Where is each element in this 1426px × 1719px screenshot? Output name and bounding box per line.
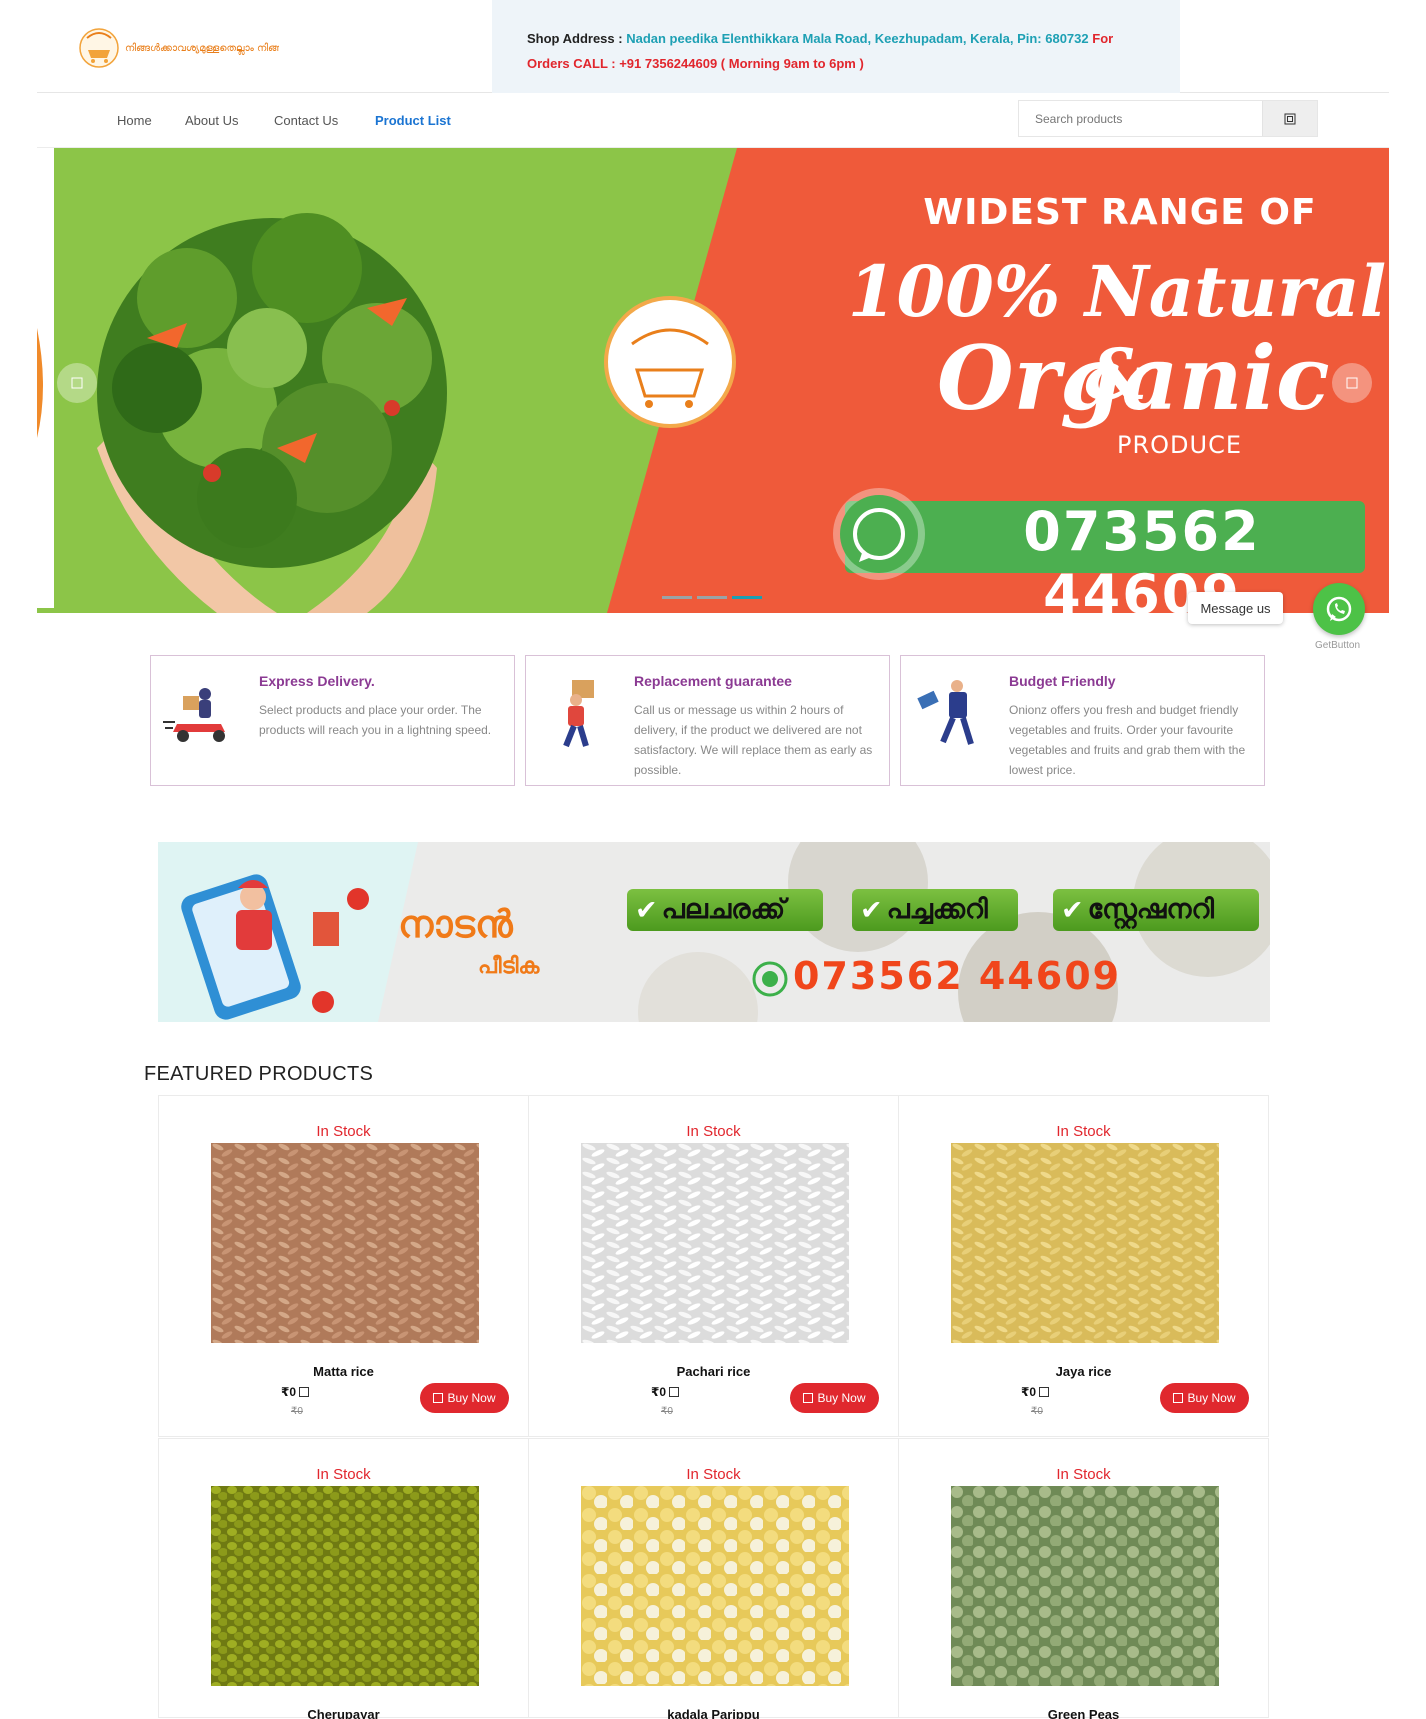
hero-slider: WIDEST RANGE OF 100% Natural & Organic P… bbox=[37, 148, 1389, 613]
promo-tag-label: സ്റ്റേഷനറി bbox=[1087, 894, 1215, 925]
slider-dot-2[interactable] bbox=[697, 596, 727, 599]
hero-line-1: WIDEST RANGE OF bbox=[923, 192, 1317, 233]
feature-description: Onionz offers you fresh and budget frien… bbox=[1009, 703, 1246, 777]
slider-next-button[interactable] bbox=[1332, 363, 1372, 403]
product-price: ₹0 bbox=[1021, 1385, 1050, 1399]
whatsapp-chat-button[interactable] bbox=[1313, 583, 1365, 635]
product-name[interactable]: kadala Parippu bbox=[529, 1707, 898, 1719]
promo-tag-label: പലചരക്ക് bbox=[661, 894, 786, 925]
stock-status: In Stock bbox=[686, 1123, 741, 1140]
product-card[interactable]: In Stock kadala Parippu bbox=[528, 1438, 899, 1719]
product-old-price: ₹0 bbox=[661, 1406, 673, 1417]
info-icon bbox=[299, 1387, 310, 1397]
stock-status: In Stock bbox=[316, 1466, 371, 1483]
hero-phone-number: 073562 44609 bbox=[1023, 500, 1261, 613]
product-name[interactable]: Jaya rice bbox=[899, 1364, 1268, 1379]
promo-phone-number: 073562 44609 bbox=[793, 954, 1122, 998]
feature-description: Call us or message us within 2 hours of … bbox=[634, 703, 873, 777]
slider-dot-3[interactable] bbox=[732, 596, 762, 599]
promo-tag-stationery: ✔ സ്റ്റേഷനറി bbox=[1053, 889, 1259, 931]
product-name[interactable]: Green Peas bbox=[899, 1707, 1268, 1719]
product-card[interactable]: In Stock Green Peas bbox=[898, 1438, 1269, 1719]
feature-description: Select products and place your order. Th… bbox=[259, 703, 492, 737]
chevron-left-icon bbox=[71, 377, 83, 389]
feature-budget-friendly: Budget Friendly Onionz offers you fresh … bbox=[900, 655, 1265, 786]
shop-address: Nadan peedika Elenthikkara Mala Road, Ke… bbox=[626, 31, 1089, 46]
nav-product-list[interactable]: Product List bbox=[375, 113, 451, 128]
product-card[interactable]: In Stock Pachari rice ₹0 ₹0 Buy Now bbox=[528, 1095, 899, 1437]
main-nav: Home About Us Contact Us Product List bbox=[0, 94, 1426, 148]
search-icon bbox=[1284, 113, 1296, 124]
featured-products-title: FEATURED PRODUCTS bbox=[144, 1063, 374, 1085]
stock-status: In Stock bbox=[316, 1123, 371, 1140]
hero-line-4: PRODUCE bbox=[1117, 431, 1243, 459]
whatsapp-credit[interactable]: GetButton bbox=[1315, 640, 1360, 651]
product-image[interactable] bbox=[581, 1486, 849, 1686]
feature-express-delivery: Express Delivery. Select products and pl… bbox=[150, 655, 515, 786]
promo-tag-vegetables: ✔ പച്ചക്കറി bbox=[852, 889, 1018, 931]
nav-about-us[interactable]: About Us bbox=[185, 113, 238, 128]
product-card[interactable]: In Stock Jaya rice ₹0 ₹0 Buy Now bbox=[898, 1095, 1269, 1437]
stock-status: In Stock bbox=[686, 1466, 741, 1483]
product-image[interactable] bbox=[951, 1486, 1219, 1686]
promo-tag-groceries: ✔ പലചരക്ക് bbox=[627, 889, 823, 931]
logo-graphic: നിങ്ങൾക്കാവശ്യമുള്ളതെല്ലാം നിങ്ങളുടെ വീട… bbox=[79, 28, 362, 68]
info-icon bbox=[1039, 1387, 1050, 1397]
shop-info-panel: Shop Address : Nadan peedika Elenthikkar… bbox=[492, 0, 1180, 93]
stock-status: In Stock bbox=[1056, 1123, 1111, 1140]
nav-contact-us[interactable]: Contact Us bbox=[274, 113, 338, 128]
product-image[interactable] bbox=[211, 1143, 479, 1343]
parcel-carrier-icon bbox=[563, 680, 594, 748]
product-old-price: ₹0 bbox=[1031, 1406, 1043, 1417]
info-icon bbox=[669, 1387, 680, 1397]
feature-replacement-guarantee: Replacement guarantee Call us or message… bbox=[525, 655, 890, 786]
delivery-scooter-icon bbox=[163, 688, 225, 742]
cart-icon bbox=[433, 1393, 444, 1403]
buy-now-button[interactable]: Buy Now bbox=[420, 1383, 509, 1413]
product-name[interactable]: Cherupayar bbox=[159, 1707, 528, 1719]
slider-prev-button[interactable] bbox=[57, 363, 97, 403]
background-watermark bbox=[70, 740, 95, 832]
check-icon: ✔ bbox=[860, 894, 883, 926]
promo-brand-line-2: പീടിക bbox=[478, 954, 540, 979]
product-card[interactable]: In Stock Matta rice ₹0 ₹0 Buy Now bbox=[158, 1095, 529, 1437]
logo-tagline: നിങ്ങൾക്കാവശ്യമുള്ളതെല്ലാം നിങ്ങളുടെ വീട… bbox=[125, 42, 279, 56]
product-price: ₹0 bbox=[651, 1385, 680, 1399]
check-icon: ✔ bbox=[1061, 894, 1084, 926]
cart-icon bbox=[803, 1393, 814, 1403]
search-input[interactable] bbox=[1019, 101, 1263, 136]
buy-now-button[interactable]: Buy Now bbox=[1160, 1383, 1249, 1413]
slider-dot-1[interactable] bbox=[662, 596, 692, 599]
whatsapp-icon bbox=[1326, 596, 1352, 622]
site-header: നിങ്ങൾക്കാവശ്യമുള്ളതെല്ലാം നിങ്ങളുടെ വീട… bbox=[37, 0, 1389, 93]
hero-line-3: Organic bbox=[937, 326, 1330, 430]
promo-tag-label: പച്ചക്കറി bbox=[886, 894, 988, 925]
product-image[interactable] bbox=[581, 1143, 849, 1343]
cart-icon bbox=[1173, 1393, 1184, 1403]
search-box bbox=[1018, 100, 1318, 137]
check-icon: ✔ bbox=[635, 894, 658, 926]
promo-brand-line-1: നാടൻ bbox=[398, 902, 513, 946]
feature-title: Budget Friendly bbox=[1009, 673, 1116, 689]
chevron-right-icon bbox=[1346, 377, 1358, 389]
feature-title: Replacement guarantee bbox=[634, 673, 792, 689]
stock-status: In Stock bbox=[1056, 1466, 1111, 1483]
feature-title: Express Delivery. bbox=[259, 673, 375, 689]
buy-now-button[interactable]: Buy Now bbox=[790, 1383, 879, 1413]
product-card[interactable]: In Stock Cherupayar bbox=[158, 1438, 529, 1719]
search-button[interactable] bbox=[1262, 101, 1317, 136]
promo-banner[interactable]: നാടൻ പീടിക ✔ പലചരക്ക് ✔ പച്ചക്കറി ✔ സ്റ്റേഷ… bbox=[158, 842, 1270, 1022]
site-logo[interactable]: നിങ്ങൾക്കാവശ്യമുള്ളതെല്ലാം നിങ്ങളുടെ വീട… bbox=[79, 18, 362, 76]
product-old-price: ₹0 bbox=[291, 1406, 303, 1417]
businessman-icon bbox=[917, 680, 974, 745]
product-name[interactable]: Matta rice bbox=[159, 1364, 528, 1379]
product-price: ₹0 bbox=[281, 1385, 310, 1399]
whatsapp-message-bubble[interactable]: Message us bbox=[1188, 592, 1283, 624]
product-image[interactable] bbox=[951, 1143, 1219, 1343]
product-image[interactable] bbox=[211, 1486, 479, 1686]
nav-home[interactable]: Home bbox=[117, 113, 152, 128]
product-name[interactable]: Pachari rice bbox=[529, 1364, 898, 1379]
shop-address-label: Shop Address : bbox=[527, 31, 623, 46]
